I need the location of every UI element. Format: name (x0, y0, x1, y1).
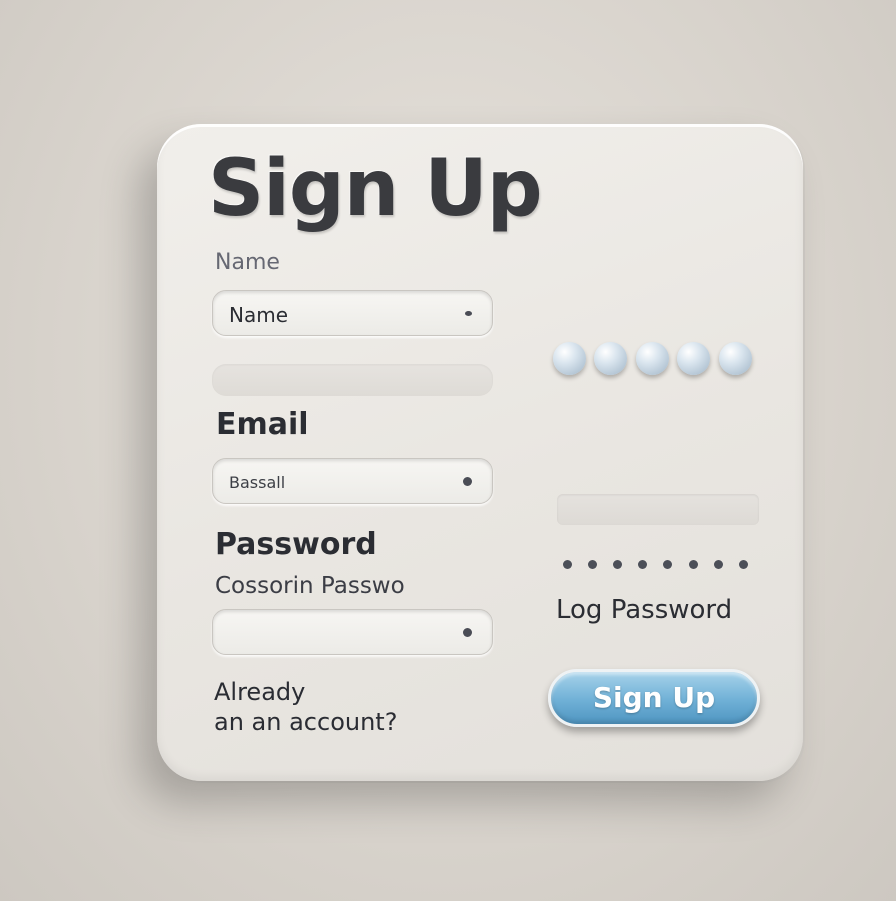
mask-dot-icon (663, 560, 672, 569)
login-link-line2: an an account? (214, 708, 398, 736)
secondary-field[interactable] (557, 494, 759, 525)
mask-dot-icon (588, 560, 597, 569)
strength-dot-icon (594, 342, 627, 375)
mask-dot-icon (739, 560, 748, 569)
field-indicator-icon (465, 311, 472, 316)
mask-dot-icon (638, 560, 647, 569)
masked-password-dots (563, 560, 753, 570)
password-label: Password (215, 527, 377, 562)
name-caption: Name (215, 250, 280, 275)
page-title: Sign Up (208, 144, 543, 234)
login-link[interactable]: Already an an account? (214, 677, 397, 737)
strength-dot-icon (636, 342, 669, 375)
strength-dot-icon (553, 342, 586, 375)
email-label: Email (216, 407, 309, 442)
name-field[interactable]: Name (212, 290, 493, 336)
signup-button[interactable]: Sign Up (548, 669, 760, 727)
mask-dot-icon (689, 560, 698, 569)
mask-dot-icon (563, 560, 572, 569)
email-field-value: Bassall (229, 473, 286, 492)
confirm-password-label: Cossorin Passwo (215, 573, 405, 599)
strength-dot-icon (719, 342, 752, 375)
field-indicator-icon (463, 628, 472, 637)
strength-dot-icon (677, 342, 710, 375)
mask-dot-icon (613, 560, 622, 569)
mask-dot-icon (714, 560, 723, 569)
log-password-label: Log Password (556, 595, 733, 625)
password-strength-indicator (553, 342, 753, 376)
field-indicator-icon (463, 477, 472, 486)
password-field[interactable] (212, 609, 493, 655)
placeholder-bar (212, 364, 493, 396)
email-field[interactable]: Bassall (212, 458, 493, 504)
login-link-line1: Already (214, 678, 306, 706)
name-field-value: Name (229, 303, 289, 327)
